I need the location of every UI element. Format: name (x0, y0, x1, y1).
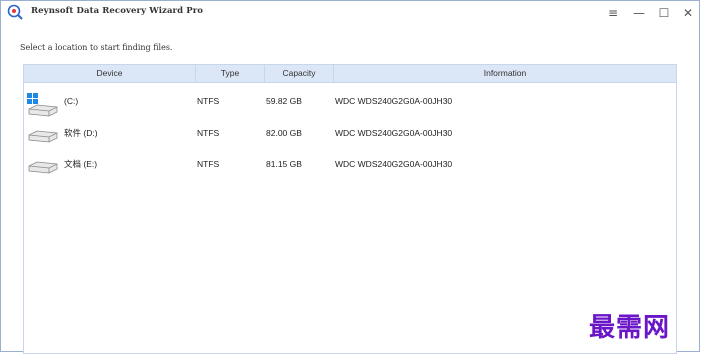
column-header-type[interactable]: Type (196, 65, 265, 82)
drive-icon (27, 156, 59, 180)
drive-icon (27, 125, 59, 149)
drive-type: NTFS (197, 96, 220, 106)
drive-name: 软件 (D:) (64, 128, 98, 138)
table-header: Device Type Capacity Information (24, 65, 676, 83)
watermark-text: 最需网 (589, 313, 671, 343)
app-window: Reynsoft Data Recovery Wizard Pro ≡ — ☐ … (0, 0, 700, 354)
drive-information: WDC WDS240G2G0A-00JH30 (335, 159, 453, 169)
instruction-text: Select a location to start finding files… (20, 43, 173, 52)
table-row[interactable]: 文档 (E:) NTFS 81.15 GB WDC WDS240G2G0A-00… (24, 154, 676, 184)
title-bar: Reynsoft Data Recovery Wizard Pro ≡ — ☐ … (1, 1, 699, 25)
table-row[interactable]: 软件 (D:) NTFS 82.00 GB WDC WDS240G2G0A-00… (24, 123, 676, 153)
minimize-button[interactable]: — (627, 1, 651, 25)
drive-type: NTFS (197, 159, 220, 169)
drive-information: WDC WDS240G2G0A-00JH30 (335, 96, 453, 106)
table-row[interactable]: (C:) NTFS 59.82 GB WDC WDS240G2G0A-00JH3… (24, 91, 676, 121)
menu-icon[interactable]: ≡ (601, 1, 625, 25)
column-header-device[interactable]: Device (24, 65, 196, 82)
close-button[interactable]: ✕ (676, 1, 700, 25)
drive-capacity: 82.00 GB (266, 128, 302, 138)
drive-type: NTFS (197, 128, 220, 138)
windows-drive-icon (27, 93, 59, 117)
drive-capacity: 81.15 GB (266, 159, 302, 169)
drive-name: 文档 (E:) (64, 159, 98, 169)
app-logo-icon (7, 4, 23, 20)
drive-table: Device Type Capacity Information (C:) NT… (23, 64, 677, 354)
window-title: Reynsoft Data Recovery Wizard Pro (31, 6, 204, 16)
drive-information: WDC WDS240G2G0A-00JH30 (335, 128, 453, 138)
drive-capacity: 59.82 GB (266, 96, 302, 106)
maximize-button[interactable]: ☐ (652, 1, 676, 25)
drive-name: (C:) (64, 96, 79, 106)
column-header-information[interactable]: Information (334, 65, 676, 82)
column-header-capacity[interactable]: Capacity (265, 65, 334, 82)
